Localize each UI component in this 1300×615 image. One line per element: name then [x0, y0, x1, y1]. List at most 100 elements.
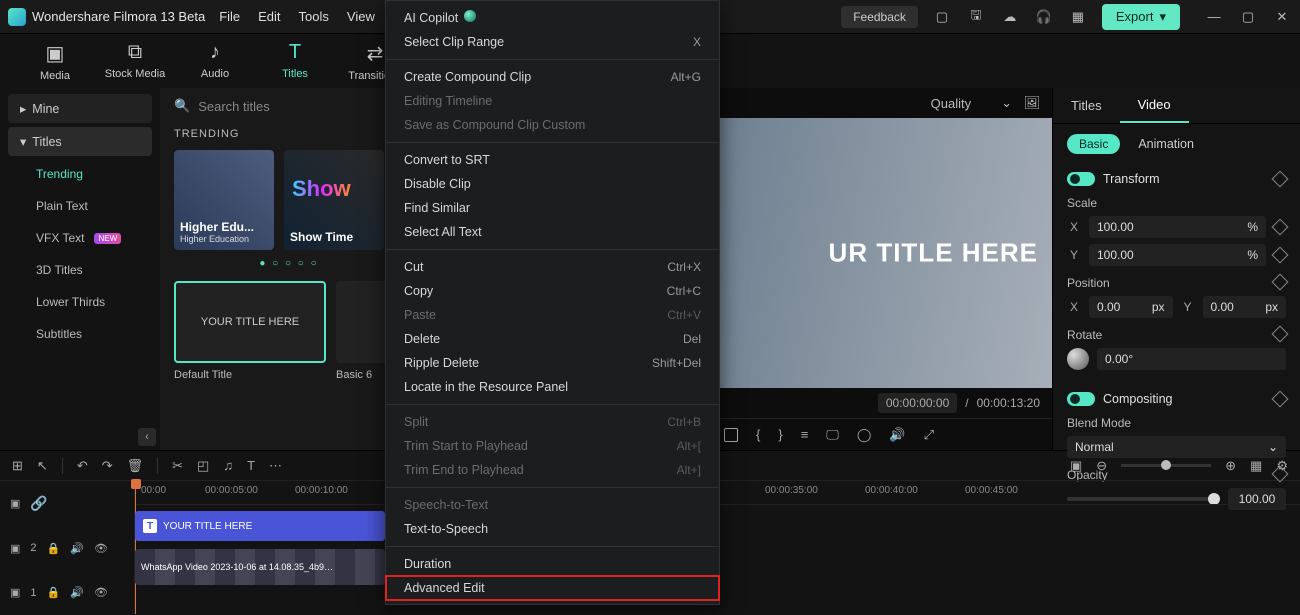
ctx-locate-in-the-resource-panel[interactable]: Locate in the Resource Panel	[386, 375, 719, 399]
crop-icon[interactable]: ◰	[197, 458, 209, 474]
pager-dots[interactable]: ● ○ ○ ○ ○	[174, 258, 404, 269]
thumb-show-time[interactable]: Show Show Time	[284, 150, 384, 250]
text-icon[interactable]: T	[247, 458, 255, 473]
trash-icon[interactable]: 🗑	[127, 458, 144, 474]
keyframe-icon[interactable]	[1272, 391, 1289, 408]
align-icon[interactable]: ≡	[801, 427, 809, 442]
menu-edit[interactable]: Edit	[258, 9, 280, 24]
zoom-out-icon[interactable]: ⊖	[1096, 458, 1107, 474]
tab-video[interactable]: Video	[1120, 88, 1189, 123]
keyframe-icon[interactable]	[1272, 326, 1289, 343]
camera-icon[interactable]: ◯	[857, 427, 872, 443]
cat-mine[interactable]: ▸Mine	[8, 94, 152, 123]
ctx-create-compound-clip[interactable]: Create Compound ClipAlt+G	[386, 65, 719, 89]
cat-titles[interactable]: ▾Titles	[8, 127, 152, 156]
eye-icon[interactable]: 👁	[94, 586, 108, 599]
ctx-ripple-delete[interactable]: Ripple DeleteShift+Del	[386, 351, 719, 375]
preview-canvas[interactable]: UR TITLE HERE	[720, 118, 1052, 388]
music-icon[interactable]: ♫	[223, 458, 233, 473]
scale-x-input[interactable]: 100.00%	[1089, 216, 1266, 238]
cat-trending[interactable]: Trending	[8, 160, 152, 188]
ctx-advanced-edit[interactable]: Advanced Edit	[386, 576, 719, 600]
cut-icon[interactable]: ✂	[172, 458, 183, 474]
clip-video[interactable]: WhatsApp Video 2023-10-06 at 14.08.35_4b…	[135, 549, 385, 585]
ctx-disable-clip[interactable]: Disable Clip	[386, 172, 719, 196]
marker-icon[interactable]: ▣	[1070, 458, 1082, 474]
rotate-knob[interactable]	[1067, 348, 1089, 370]
ctx-copy[interactable]: CopyCtrl+C	[386, 279, 719, 303]
tab-titles[interactable]: Titles	[1053, 88, 1120, 123]
toggle-transform[interactable]	[1067, 172, 1095, 186]
scale-y-input[interactable]: 100.00%	[1089, 244, 1266, 266]
keyframe-icon[interactable]	[1272, 247, 1289, 264]
undo-icon[interactable]: ↶	[77, 458, 88, 474]
toggle-compositing[interactable]	[1067, 392, 1095, 406]
volume-icon[interactable]: 🔊	[889, 427, 905, 443]
feedback-button[interactable]: Feedback	[841, 6, 918, 28]
save-icon[interactable]: 🖫	[966, 7, 986, 27]
maximize-icon[interactable]: ▢	[1238, 7, 1258, 27]
mode-media[interactable]: ▣Media	[20, 41, 90, 82]
eye-icon[interactable]: 👁	[94, 542, 108, 555]
mode-stock[interactable]: ⧉Stock Media	[100, 41, 170, 82]
pos-y-input[interactable]: 0.00px	[1203, 296, 1287, 318]
grid-icon[interactable]: ▦	[1068, 7, 1088, 27]
ctx-find-similar[interactable]: Find Similar	[386, 196, 719, 220]
ctx-ai-copilot[interactable]: AI Copilot	[386, 5, 719, 30]
view-grid-icon[interactable]: ▦	[1250, 458, 1262, 474]
menu-tools[interactable]: Tools	[299, 9, 329, 24]
close-icon[interactable]: ✕	[1272, 7, 1292, 27]
playhead[interactable]	[135, 481, 136, 614]
ctx-text-to-speech[interactable]: Text-to-Speech	[386, 517, 719, 541]
more-icon[interactable]: ⋯	[269, 458, 282, 474]
cat-vfx-text[interactable]: VFX TextNEW	[8, 224, 152, 252]
ctx-cut[interactable]: CutCtrl+X	[386, 255, 719, 279]
redo-icon[interactable]: ↷	[102, 458, 113, 474]
stop-icon[interactable]	[724, 428, 738, 442]
export-button[interactable]: Export▾	[1102, 4, 1180, 30]
lock-icon[interactable]: 🔒	[47, 542, 61, 555]
lock-icon[interactable]: 🔒	[47, 586, 61, 599]
cat-3d-titles[interactable]: 3D Titles	[8, 256, 152, 284]
cat-subtitles[interactable]: Subtitles	[8, 320, 152, 348]
mute-icon[interactable]: 🔊	[70, 542, 84, 555]
cat-plain-text[interactable]: Plain Text	[8, 192, 152, 220]
collapse-sidebar-button[interactable]: ‹	[138, 428, 156, 446]
headphones-icon[interactable]: 🎧	[1034, 7, 1054, 27]
mode-titles[interactable]: TTitles	[260, 41, 330, 82]
clip-title[interactable]: TYOUR TITLE HERE	[135, 511, 385, 541]
mode-audio[interactable]: ♪Audio	[180, 41, 250, 82]
link-icon[interactable]: 🔗	[30, 495, 47, 512]
pill-animation[interactable]: Animation	[1138, 137, 1194, 151]
ctx-convert-to-srt[interactable]: Convert to SRT	[386, 148, 719, 172]
zoom-slider[interactable]	[1121, 464, 1211, 467]
layout-icon[interactable]: ▢	[932, 7, 952, 27]
menu-view[interactable]: View	[347, 9, 375, 24]
ctx-duration[interactable]: Duration	[386, 552, 719, 576]
cat-lower-thirds[interactable]: Lower Thirds	[8, 288, 152, 316]
mute-icon[interactable]: 🔊	[70, 586, 84, 599]
quality-select[interactable]: Quality⌄	[931, 95, 1012, 111]
minimize-icon[interactable]: —	[1204, 7, 1224, 27]
ctx-delete[interactable]: DeleteDel	[386, 327, 719, 351]
thumb-default-title[interactable]: YOUR TITLE HERE	[174, 281, 326, 363]
keyframe-icon[interactable]	[1272, 171, 1289, 188]
keyframe-icon[interactable]	[1272, 219, 1289, 236]
brace-close-icon[interactable]: }	[778, 427, 782, 442]
screen-icon[interactable]: 🖵	[826, 427, 839, 443]
brace-open-icon[interactable]: {	[756, 427, 760, 442]
pill-basic[interactable]: Basic	[1067, 134, 1120, 154]
menu-file[interactable]: File	[219, 9, 240, 24]
cloud-icon[interactable]: ☁	[1000, 7, 1020, 27]
rotate-input[interactable]: 0.00°	[1097, 348, 1286, 370]
image-icon[interactable]: 🖼	[1022, 93, 1042, 113]
pos-x-input[interactable]: 0.00px	[1089, 296, 1173, 318]
select-tool-icon[interactable]: ⊞	[12, 458, 23, 474]
cursor-icon[interactable]: ↖	[37, 458, 48, 474]
ctx-select-all-text[interactable]: Select All Text	[386, 220, 719, 244]
ctx-select-clip-range[interactable]: Select Clip RangeX	[386, 30, 719, 54]
keyframe-icon[interactable]	[1272, 274, 1289, 291]
zoom-in-icon[interactable]: ⊕	[1225, 458, 1236, 474]
thumb-higher-ed[interactable]: Higher Edu... Higher Education	[174, 150, 274, 250]
fullscreen-icon[interactable]: ⤢	[924, 427, 934, 443]
